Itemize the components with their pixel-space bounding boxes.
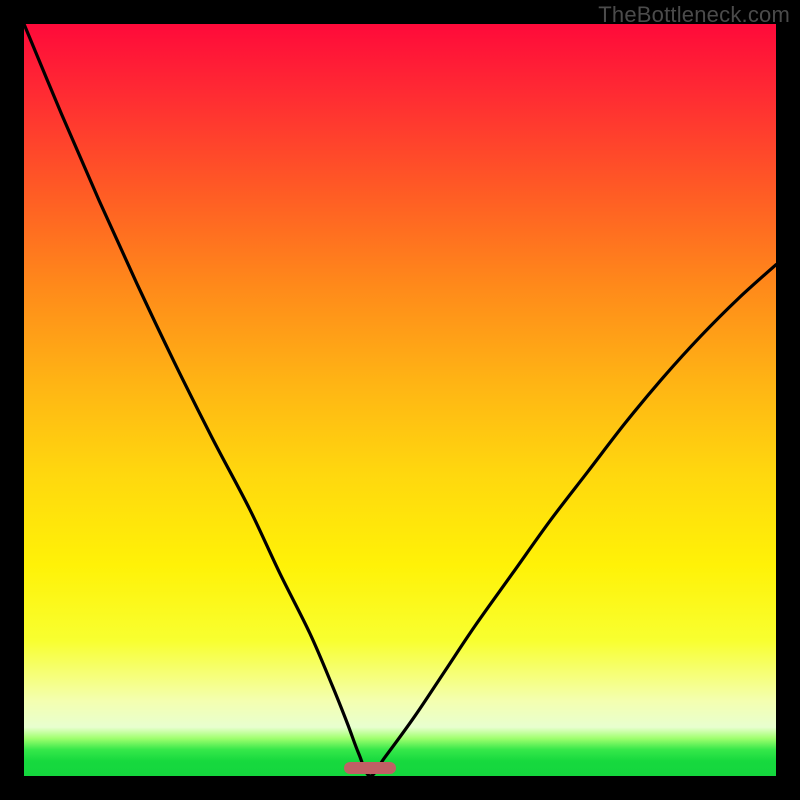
plot-area: [24, 24, 776, 776]
chart-frame: TheBottleneck.com: [0, 0, 800, 800]
bottleneck-curve: [24, 24, 776, 776]
bottleneck-marker: [344, 762, 397, 774]
watermark-text: TheBottleneck.com: [598, 2, 790, 28]
